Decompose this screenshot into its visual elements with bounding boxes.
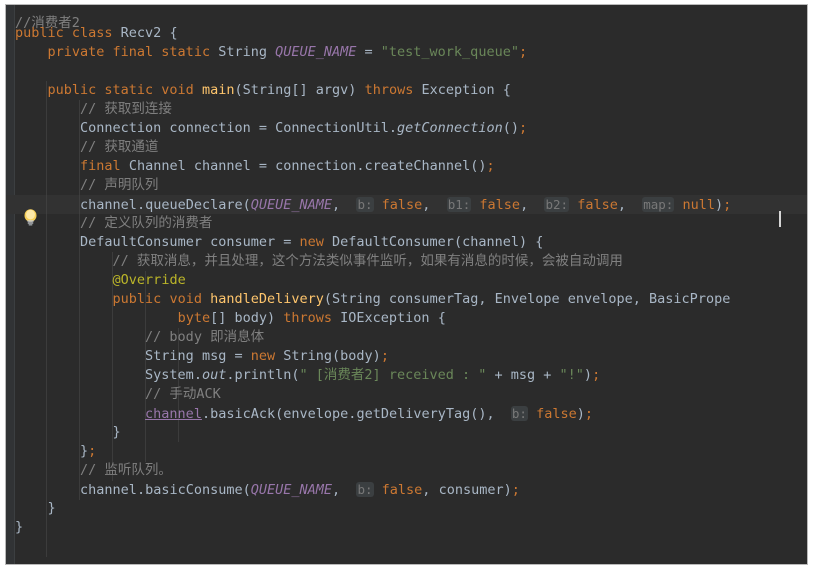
code-line-text: DefaultConsumer consumer = new DefaultCo… bbox=[80, 234, 544, 250]
param-hint-b1: b1: bbox=[446, 197, 472, 212]
code-line-text: // 获取到连接 bbox=[80, 101, 172, 117]
text-caret bbox=[779, 211, 781, 227]
screenshot-root: //消费者2 public class Recv2 { private fina… bbox=[0, 0, 813, 569]
code-line-text: public class Recv2 { bbox=[15, 25, 178, 41]
code-line-text: // 定义队列的消费者 bbox=[80, 215, 213, 231]
code-line-text: } bbox=[15, 519, 24, 535]
code-line[interactable]: // 声明队列 bbox=[6, 176, 807, 195]
code-line[interactable]: } bbox=[6, 518, 807, 537]
code-line[interactable]: } bbox=[6, 499, 807, 518]
code-line[interactable]: Connection connection = ConnectionUtil.g… bbox=[6, 119, 807, 138]
code-line-text: // body 即消息体 bbox=[145, 329, 265, 345]
code-line[interactable]: public static void main(String[] argv) t… bbox=[6, 81, 807, 100]
code-line[interactable] bbox=[6, 62, 807, 81]
param-hint-b: b: bbox=[356, 197, 374, 212]
code-line-text: private final static String QUEUE_NAME =… bbox=[47, 44, 528, 60]
code-line-text: // 监听队列。 bbox=[80, 462, 172, 478]
code-line-text: } bbox=[112, 424, 121, 440]
code-line-text: // 获取通道 bbox=[80, 139, 159, 155]
code-line[interactable]: String msg = new String(body); bbox=[6, 347, 807, 366]
code-line[interactable]: final Channel channel = connection.creat… bbox=[6, 157, 807, 176]
code-line-text: System.out.println(" [消费者2] received : "… bbox=[145, 367, 601, 383]
code-line[interactable]: DefaultConsumer consumer = new DefaultCo… bbox=[6, 233, 807, 252]
code-line-text: channel.queueDeclare(QUEUE_NAME, b: fals… bbox=[80, 197, 732, 213]
code-line-text: } bbox=[47, 500, 56, 516]
code-line-text: channel.basicConsume(QUEUE_NAME, b: fals… bbox=[80, 482, 520, 498]
code-line-text: @Override bbox=[112, 272, 186, 288]
code-line-text: channel.basicAck(envelope.getDeliveryTag… bbox=[145, 406, 594, 422]
code-line-text: // 获取消息，并且处理，这个方法类似事件监听，如果有消息的时候，会被自动调用 bbox=[112, 253, 623, 269]
code-line[interactable]: // 手动ACK bbox=[6, 385, 807, 404]
code-line-text: public void handleDelivery(String consum… bbox=[112, 291, 731, 307]
code-line-text: final Channel channel = connection.creat… bbox=[80, 158, 495, 174]
param-hint-b: b: bbox=[356, 482, 374, 497]
code-line-text: // 手动ACK bbox=[145, 386, 221, 402]
code-line[interactable]: // 获取到连接 bbox=[6, 100, 807, 119]
code-line-text: }; bbox=[80, 443, 97, 459]
code-line[interactable]: public class Recv2 { bbox=[6, 24, 807, 43]
code-line[interactable]: channel.basicConsume(QUEUE_NAME, b: fals… bbox=[6, 480, 807, 499]
code-text-area[interactable]: //消费者2 public class Recv2 { private fina… bbox=[6, 5, 807, 564]
code-line[interactable]: System.out.println(" [消费者2] received : "… bbox=[6, 366, 807, 385]
code-line[interactable]: // body 即消息体 bbox=[6, 328, 807, 347]
code-line[interactable]: private final static String QUEUE_NAME =… bbox=[6, 43, 807, 62]
code-line[interactable]: public void handleDelivery(String consum… bbox=[6, 290, 807, 309]
code-line-text: byte[] body) throws IOException { bbox=[177, 310, 446, 326]
code-line[interactable]: // 定义队列的消费者 bbox=[6, 214, 807, 233]
code-line[interactable]: // 获取通道 bbox=[6, 138, 807, 157]
code-line-text: Connection connection = ConnectionUtil.g… bbox=[80, 120, 528, 136]
code-line[interactable]: byte[] body) throws IOException { bbox=[6, 309, 807, 328]
code-line[interactable]: @Override bbox=[6, 271, 807, 290]
lightbulb-icon[interactable] bbox=[22, 208, 39, 227]
code-editor[interactable]: //消费者2 public class Recv2 { private fina… bbox=[5, 4, 808, 565]
code-line[interactable]: channel.basicAck(envelope.getDeliveryTag… bbox=[6, 404, 807, 423]
code-line[interactable]: } bbox=[6, 423, 807, 442]
param-hint-map: map: bbox=[642, 197, 675, 212]
param-hint-b2: b2: bbox=[544, 197, 570, 212]
param-hint-b: b: bbox=[510, 406, 528, 421]
code-line-current[interactable]: channel.queueDeclare(QUEUE_NAME, b: fals… bbox=[6, 195, 807, 214]
code-line[interactable]: // 获取消息，并且处理，这个方法类似事件监听，如果有消息的时候，会被自动调用 bbox=[6, 252, 807, 271]
code-line[interactable]: }; bbox=[6, 442, 807, 461]
code-line[interactable]: // 监听队列。 bbox=[6, 461, 807, 480]
code-line-text: String msg = new String(body); bbox=[145, 348, 389, 364]
code-line-text: // 声明队列 bbox=[80, 177, 159, 193]
code-line-text: public static void main(String[] argv) t… bbox=[47, 82, 511, 98]
